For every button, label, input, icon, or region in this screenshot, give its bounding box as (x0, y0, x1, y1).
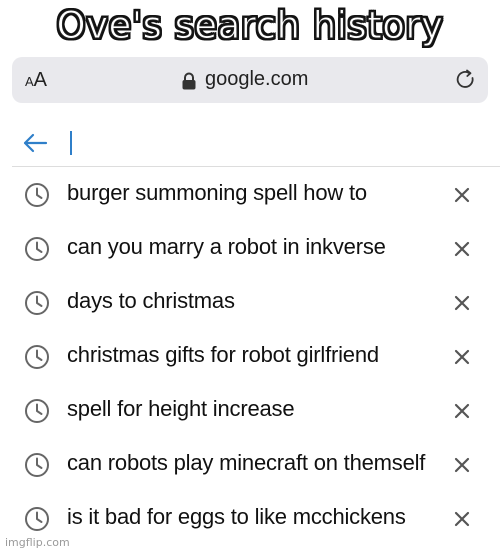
clock-icon (25, 291, 49, 315)
close-icon[interactable] (453, 240, 471, 258)
divider (12, 166, 500, 167)
clock-icon (25, 345, 49, 369)
close-icon[interactable] (453, 510, 471, 528)
clock-icon (25, 399, 49, 423)
history-item[interactable]: burger summoning spell how to (0, 168, 500, 216)
close-icon[interactable] (453, 402, 471, 420)
search-input[interactable] (64, 128, 464, 158)
watermark: imgflip.com (5, 536, 70, 549)
text-size-small-glyph: A (25, 74, 34, 89)
history-item-text: can you marry a robot in inkverse (67, 234, 386, 259)
text-size-large-glyph: A (33, 69, 48, 91)
meme-caption: Ove's search history (56, 4, 444, 48)
history-item[interactable]: christmas gifts for robot girlfriend (0, 330, 500, 378)
clock-icon (25, 453, 49, 477)
history-item-text: christmas gifts for robot girlfriend (67, 342, 379, 367)
text-cursor (70, 131, 72, 155)
clock-icon (25, 237, 49, 261)
page: Ove's search history AA google.com burge… (0, 0, 500, 551)
arrow-left-icon[interactable] (22, 132, 48, 154)
close-icon[interactable] (453, 294, 471, 312)
close-icon[interactable] (453, 456, 471, 474)
history-item[interactable]: spell for height increase (0, 384, 500, 432)
history-item-text: can robots play minecraft on themself (67, 450, 426, 475)
clock-icon (25, 183, 49, 207)
clock-icon (25, 507, 49, 531)
text-size-button[interactable]: AA (25, 69, 47, 92)
close-icon[interactable] (453, 186, 471, 204)
lock-icon (182, 72, 196, 90)
address-bar[interactable]: AA google.com (12, 57, 488, 103)
history-item[interactable]: can robots play minecraft on themself (0, 438, 500, 486)
search-bar[interactable] (0, 124, 500, 166)
close-icon[interactable] (453, 348, 471, 366)
history-item[interactable]: days to christmas (0, 276, 500, 324)
reload-icon[interactable] (455, 69, 477, 91)
history-item[interactable]: can you marry a robot in inkverse (0, 222, 500, 270)
history-item-text: is it bad for eggs to like mcchickens (67, 504, 406, 529)
history-item-text: burger summoning spell how to (67, 180, 367, 205)
url-text[interactable]: google.com (205, 68, 308, 91)
history-item[interactable]: is it bad for eggs to like mcchickens (0, 492, 500, 540)
history-item-text: spell for height increase (67, 396, 295, 421)
history-item-text: days to christmas (67, 288, 235, 313)
